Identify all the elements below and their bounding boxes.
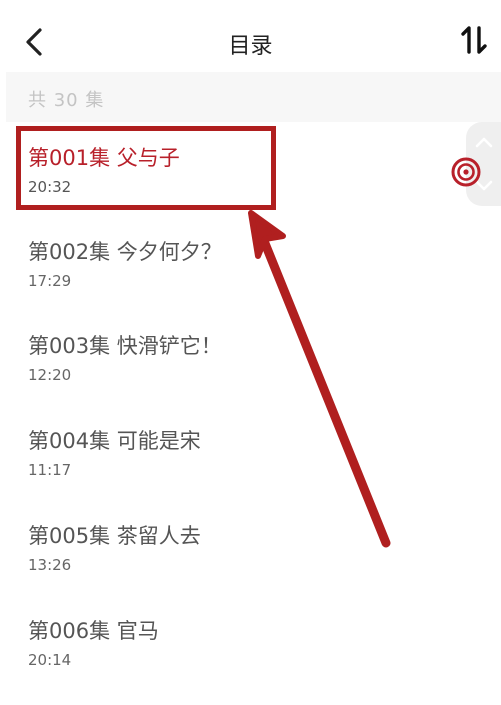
episode-duration: 13:26 xyxy=(28,556,72,574)
episode-duration: 17:29 xyxy=(28,272,72,290)
sort-button[interactable] xyxy=(457,22,491,58)
episode-item-006[interactable]: 第006集 官马 20:14 xyxy=(0,597,501,692)
episode-item-004[interactable]: 第004集 可能是宋 11:17 xyxy=(0,407,501,502)
episode-count-bar: 共 30 集 xyxy=(6,72,501,122)
sort-toggle-icon xyxy=(461,26,487,54)
episode-title: 第003集 快滑铲它！ xyxy=(28,334,222,358)
episode-item-005[interactable]: 第005集 茶留人去 13:26 xyxy=(0,502,501,597)
episode-title: 第004集 可能是宋 xyxy=(28,429,201,453)
episode-title: 第005集 茶留人去 xyxy=(28,524,201,548)
episode-count: 共 30 集 xyxy=(28,90,105,111)
episode-item-002[interactable]: 第002集 今夕何夕？ 17:29 xyxy=(0,217,501,312)
episode-duration: 11:17 xyxy=(28,461,72,479)
episode-duration: 12:20 xyxy=(28,366,72,384)
episode-duration: 20:14 xyxy=(28,651,72,669)
now-playing-icon xyxy=(449,155,483,189)
episode-item-003[interactable]: 第003集 快滑铲它！ 12:20 xyxy=(0,312,501,407)
episode-title: 第006集 官马 xyxy=(28,619,159,643)
page-title: 目录 xyxy=(228,34,273,59)
episode-title: 第002集 今夕何夕？ xyxy=(28,240,222,264)
highlight-box xyxy=(16,126,276,210)
top-bar: 目录 xyxy=(0,0,501,72)
